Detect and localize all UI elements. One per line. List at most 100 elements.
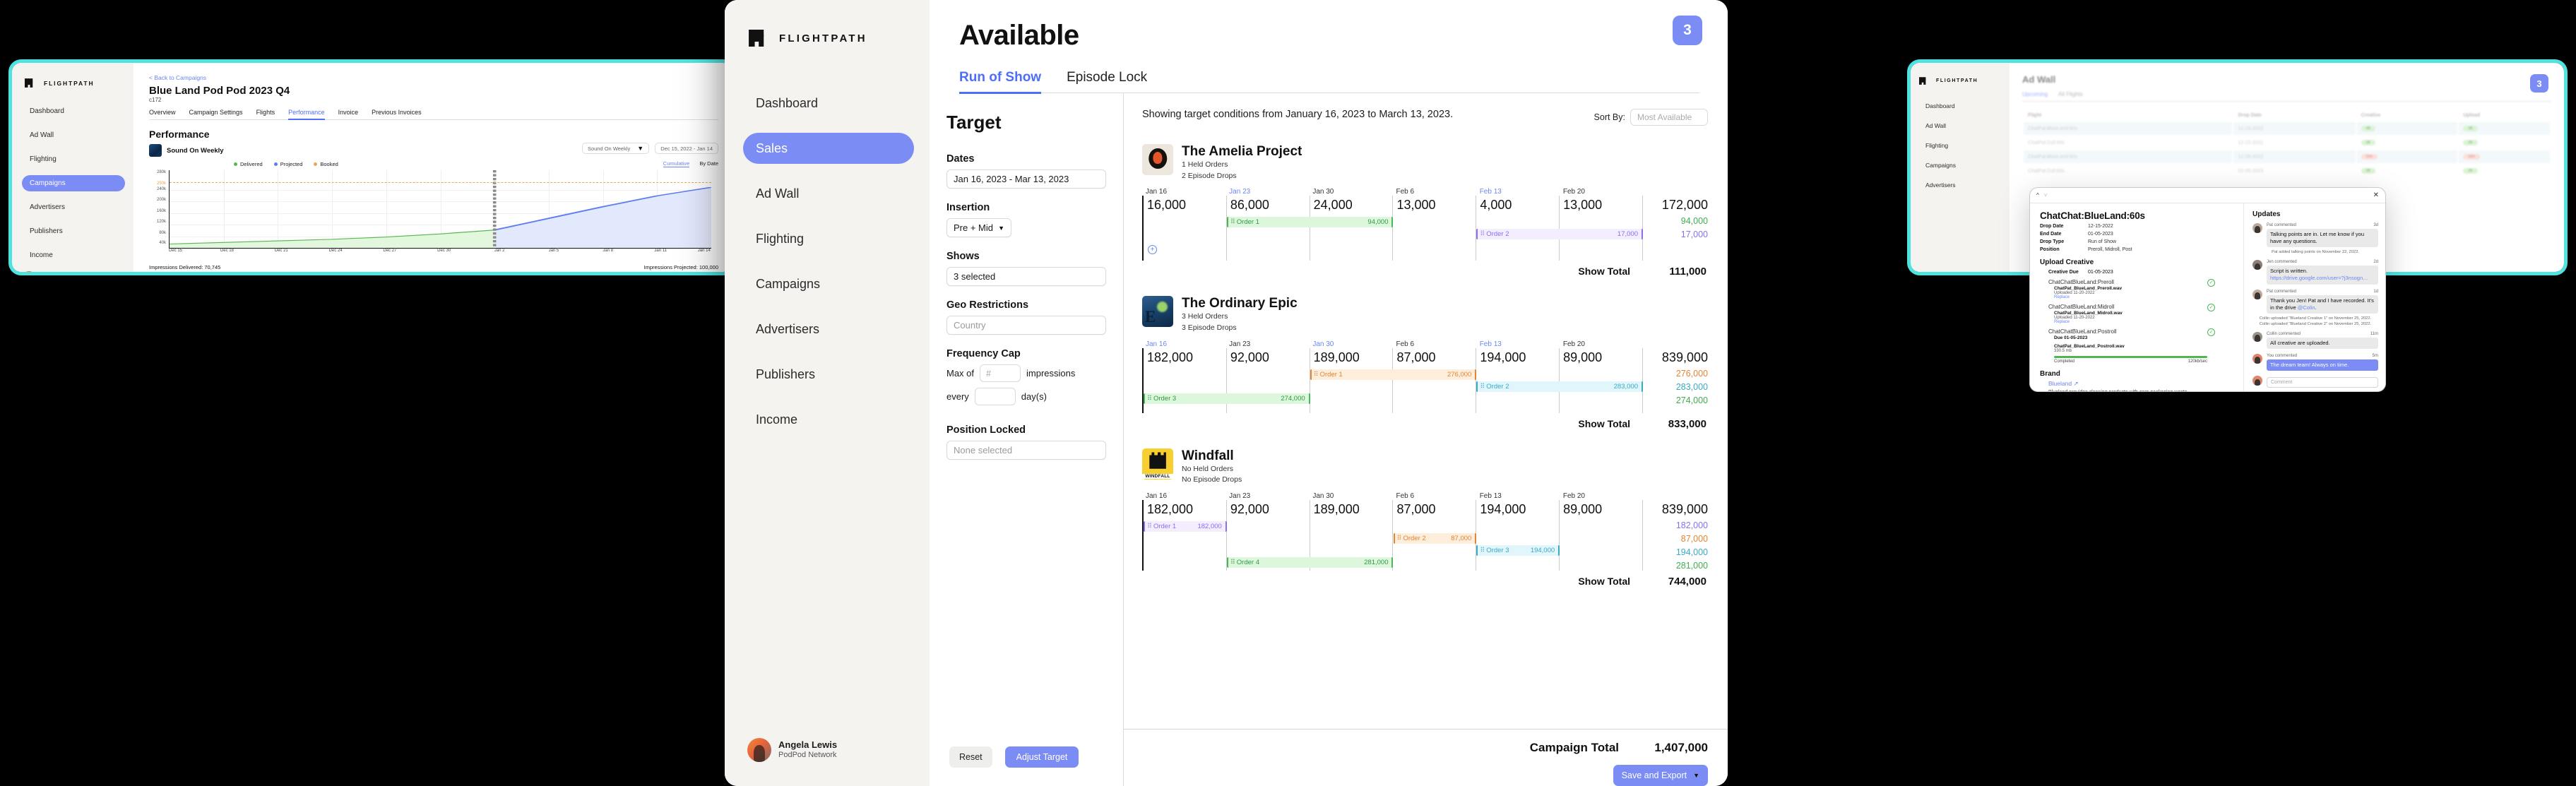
order-bar[interactable]: ⠿ Order 3 194,000 [1476,545,1560,556]
sidebar-item-campaigns[interactable]: Campaigns [743,268,914,299]
add-order-icon[interactable]: + [1148,245,1157,255]
shows-input[interactable]: 3 selected [946,267,1106,286]
table-row[interactable]: ChatPat:Zuli:60s 01-05-2023 ok ok [2024,165,2550,177]
campaign-total-row: Campaign Total 1,407,000 [1142,741,1708,755]
sidebar-item-advertisers[interactable]: Advertisers [743,314,914,345]
comment-mention[interactable]: @Colin [2298,304,2315,311]
tab-performance[interactable]: Performance [288,109,325,120]
order-label: Order 2 [1486,230,1509,239]
drag-handle-icon[interactable]: ⠿ [1230,218,1235,226]
drag-handle-icon[interactable]: ⠿ [1480,547,1485,554]
grid-cell[interactable]: 194,000 [1476,347,1560,413]
geo-input[interactable]: Country [946,316,1106,335]
grid-cell[interactable]: 194,000 [1476,500,1560,571]
grid-cell[interactable]: 87,000 [1393,347,1477,413]
order-bar[interactable]: ⠿ Order 2 283,000 [1476,381,1643,392]
sidebar-item-flighting[interactable]: Flighting [22,151,125,167]
order-bar[interactable]: ⠿ Order 2 87,000 [1393,533,1477,544]
sidebar-item-flighting[interactable]: Flighting [1919,138,2002,152]
drag-handle-icon[interactable]: ⠿ [1480,383,1485,391]
grid-cell[interactable]: 189,000 [1310,347,1394,413]
order-bar[interactable]: ⠿ Order 1 182,000 [1144,521,1227,532]
table-row[interactable]: ChatPat:BlueLand:60s 12-29-2022 late lat… [2024,150,2550,163]
sidebar-item-dashboard[interactable]: Dashboard [22,103,125,119]
date-range-field[interactable]: Dec 15, 2022 - Jan 14 [655,143,718,154]
dates-input[interactable]: Jan 16, 2023 - Mar 13, 2023 [946,169,1106,189]
reset-button[interactable]: Reset [949,746,992,768]
replace-link[interactable]: Replace [2048,295,2122,299]
sidebar-item-dashboard[interactable]: Dashboard [1919,99,2002,112]
sidebar-item-publishers[interactable]: Publishers [22,223,125,239]
tab-all-flights[interactable]: All Flights [2058,91,2083,97]
tab-run-of-show[interactable]: Run of Show [959,70,1042,94]
toggle-by-date[interactable]: By Date [699,160,718,167]
comment-link[interactable]: https://drive.google.com/user=?j3nsogn… [2270,275,2368,281]
sidebar-item-campaigns[interactable]: Campaigns [1919,158,2002,172]
drag-handle-icon[interactable]: ⠿ [1314,371,1319,379]
sidebar-item-ad-wall[interactable]: Ad Wall [743,178,914,209]
comment-input[interactable]: Comment [2267,377,2378,388]
grid-cell[interactable]: 89,000 [1560,347,1643,413]
sidebar-item-flighting[interactable]: Flighting [743,223,914,254]
grid-date-headers: Jan 16 Jan 23 Jan 30 Feb 6 Feb 13 Feb 20 [1142,340,1708,348]
brand-link[interactable]: Blueland ↗ [2040,380,2235,388]
table-row[interactable]: ChatPat:BlueLand:60s 12-15-2022 ok ok [2024,122,2550,135]
sidebar-item-advertisers[interactable]: Advertisers [1919,178,2002,191]
insertion-select[interactable]: Pre + Mid ▼ [946,218,1011,237]
position-locked-input[interactable]: None selected [946,441,1106,460]
sidebar-item-campaigns[interactable]: Campaigns [22,175,125,191]
close-icon[interactable]: ✕ [2373,191,2379,199]
show-total-value: 111,000 [1669,266,1707,278]
sidebar-item-dashboard[interactable]: Dashboard [743,88,914,119]
sidebar-item-ad-wall[interactable]: Ad Wall [1919,119,2002,132]
tab-episode-lock[interactable]: Episode Lock [1067,70,1147,94]
chevron-down-icon[interactable]: ˅ [2044,192,2048,198]
grid-cell[interactable]: 89,000 [1560,500,1643,571]
grid-cell[interactable]: 4,000 [1476,196,1560,261]
y-tick: 280k [156,170,166,175]
notification-badge[interactable]: 3 [1673,16,1702,45]
order-bar[interactable]: ⠿ Order 1 276,000 [1310,369,1477,380]
table-row[interactable]: ChatPat:Zuli:90s 12-22-2022 ok ok [2024,136,2550,149]
grid-cell[interactable]: 13,000 [1393,196,1477,261]
tab-invoice[interactable]: Invoice [338,109,359,116]
user-profile[interactable]: Angela Lewis PodPod Network [743,738,914,762]
drag-handle-icon[interactable]: ⠿ [1480,230,1485,238]
user-profile[interactable]: Sam Green PodPod Network [22,271,125,272]
tab-flights[interactable]: Flights [256,109,275,116]
sidebar-item-income[interactable]: Income [743,404,914,435]
drag-handle-icon[interactable]: ⠿ [1397,535,1402,542]
toggle-cumulative[interactable]: Cumulative [663,160,690,167]
order-bar[interactable]: ⠿ Order 4 281,000 [1226,557,1394,568]
drag-handle-icon[interactable]: ⠿ [1230,559,1235,566]
grid-cell[interactable]: 16,000 + [1144,196,1227,261]
grid-cell[interactable]: 13,000 [1560,196,1643,261]
grid-cell[interactable]: 24,000 [1310,196,1394,261]
sidebar-item-income[interactable]: Income [22,247,125,263]
chevron-up-icon[interactable]: ^ [2036,192,2039,198]
order-bar[interactable]: ⠿ Order 1 94,000 [1226,217,1394,228]
freq-every-input[interactable] [974,388,1016,405]
save-and-export-button[interactable]: Save and Export ▼ [1613,765,1708,786]
tab-campaign-settings[interactable]: Campaign Settings [189,109,243,116]
freq-max-input[interactable]: # [980,364,1021,382]
tab-overview[interactable]: Overview [149,109,176,116]
order-total: 281,000 [1675,561,1708,571]
back-to-campaigns-link[interactable]: < Back to Campaigns [149,74,718,81]
adjust-target-button[interactable]: Adjust Target [1004,746,1079,768]
replace-link[interactable]: Replace [2048,320,2123,324]
sort-by-select[interactable]: Most Available [1630,109,1708,126]
sidebar-item-publishers[interactable]: Publishers [743,359,914,390]
grid-cell[interactable]: 86,000 [1227,196,1310,261]
tab-previous-invoices[interactable]: Previous Invoices [372,109,422,116]
grid-cell[interactable]: 182,000 [1144,500,1227,571]
sidebar-item-sales[interactable]: Sales [743,133,914,164]
order-bar[interactable]: ⠿ Order 2 17,000 [1476,229,1643,240]
show-select[interactable]: Sound On Weekly ▼ [581,143,650,154]
tab-upcoming[interactable]: Upcoming [2022,91,2048,97]
drag-handle-icon[interactable]: ⠿ [1147,523,1152,530]
sidebar-item-ad-wall[interactable]: Ad Wall [22,127,125,143]
order-bar[interactable]: ⠿ Order 3 274,000 [1144,393,1310,404]
drag-handle-icon[interactable]: ⠿ [1147,395,1152,403]
sidebar-item-advertisers[interactable]: Advertisers [22,199,125,215]
